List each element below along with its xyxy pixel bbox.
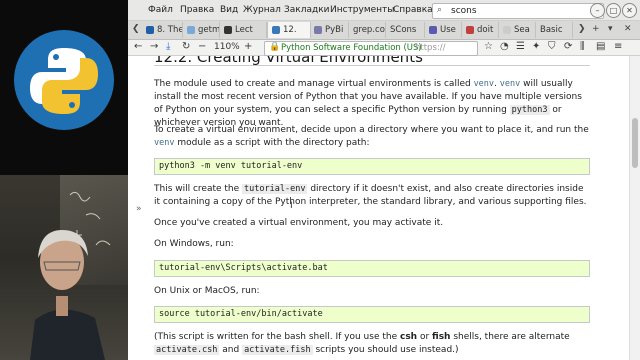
inline-code[interactable]: venv [154,138,174,148]
presenter-video [0,175,128,360]
inline-code[interactable]: venv [500,79,520,89]
paragraph-venv-intro: The module used to create and manage vir… [154,79,582,128]
tab-favicon-icon [314,26,322,34]
extension-icon[interactable]: ✦ [532,41,540,52]
close-button[interactable]: ✕ [622,3,637,18]
tabs-list-icon[interactable]: ▾ [608,24,613,34]
tabs-scroll-left-icon[interactable]: ❮ [132,24,140,34]
url-text: https:// [415,43,446,53]
inline-code: activate.csh [154,345,220,355]
pocket-icon[interactable]: ◔ [500,41,509,52]
menu-edit[interactable]: Правка [180,5,214,15]
sidebar-icon[interactable]: ▤ [596,41,605,52]
tab-basic[interactable]: Basic [536,22,573,38]
minimize-button[interactable]: – [590,3,605,18]
menu-bookmarks[interactable]: Закладки [284,5,330,15]
browser-window: Файл Правка Вид Журнал Закладки Инструме… [128,0,640,360]
tab-favicon-icon [503,26,511,34]
text-cursor-icon: I [290,201,293,211]
heading-divider [154,65,590,66]
download-icon[interactable]: ⤓ [166,41,170,52]
tab-favicon-icon [429,26,437,34]
maximize-button[interactable]: □ [606,3,621,18]
tab-favicon-icon [466,26,474,34]
close-tab-icon[interactable]: ✕ [624,24,632,34]
menu-file[interactable]: Файл [148,5,173,15]
site-identity: Python Software Foundation (US) [281,43,422,53]
page-content: » 12.2. Creating Virtual Environments Th… [128,56,640,360]
zoom-in-icon[interactable]: + [244,41,252,52]
code-block-create: python3 -m venv tutorial-env [154,158,590,175]
paragraph-create-venv: To create a virtual environment, decide … [154,125,589,148]
inline-code: tutorial-env [242,184,308,194]
zoom-level[interactable]: 110% [214,42,240,52]
tab-use[interactable]: Use [425,22,462,38]
search-input[interactable]: ⌕ scons [432,3,604,19]
menu-help[interactable]: Справка [393,5,433,15]
tab-scons[interactable]: SCons [386,22,425,38]
shield-icon[interactable]: ⛉ [548,41,556,52]
tabs-scroll-right-icon[interactable]: ❯ [578,24,586,34]
menu-icon[interactable]: ≡ [614,41,622,52]
tab-lect[interactable]: Lect [220,22,267,38]
code-block-windows: tutorial-env\Scripts\activate.bat [154,260,590,277]
tab-sea[interactable]: Sea [499,22,536,38]
navigation-bar: ← → ⤓ ↻ − 110% + 🔒 Python Software Found… [128,40,640,56]
tab-8-the[interactable]: 8. The [142,22,183,38]
inline-code: activate.fish [242,345,313,355]
menu-view[interactable]: Вид [220,5,238,15]
inline-code: python3 [509,105,550,115]
lock-icon: 🔒 [269,42,281,52]
tab-doit[interactable]: doit [462,22,499,38]
tab-bar: ❮ 8. The getm Lect 12. PyBi grep.co SCon… [128,21,640,40]
tab-pybi[interactable]: PyBi [310,22,349,38]
scrollbar-thumb[interactable] [632,118,638,168]
url-bar[interactable]: 🔒 Python Software Foundation (US) https:… [264,41,478,56]
tab-12-active[interactable]: 12. [267,22,311,38]
scrollbar[interactable] [629,56,640,360]
tab-grep[interactable]: grep.co [349,22,386,38]
paragraph-activate: Once you've created a virtual environmen… [154,218,444,228]
reload-icon[interactable]: ↻ [182,41,190,52]
tab-favicon-icon [224,26,232,34]
forward-icon[interactable]: → [150,41,158,52]
presenter [30,230,105,360]
bookmark-star-icon[interactable]: ☆ [484,41,493,52]
paragraph-unix: On Unix or MacOS, run: [154,286,260,296]
library-icon[interactable]: ⫼ [580,41,585,52]
code-block-unix: source tutorial-env/bin/activate [154,306,590,323]
tab-favicon-icon [146,26,154,34]
tab-getm[interactable]: getm [183,22,220,38]
paragraph-shell-note: (This script is written for the bash she… [154,332,570,355]
presenter-panel [0,0,128,360]
zoom-out-icon[interactable]: − [198,41,206,52]
tab-favicon-icon [272,26,280,34]
inline-code[interactable]: venv [474,79,494,89]
reader-icon[interactable]: ☰ [516,41,525,52]
sync-icon[interactable]: ⟳ [564,41,572,52]
paragraph-creates-directory: This will create the tutorial-env direct… [154,184,587,207]
back-icon[interactable]: ← [134,41,142,52]
menu-tools[interactable]: Инструменты [330,5,394,15]
menubar: Файл Правка Вид Журнал Закладки Инструме… [128,0,640,21]
python-logo [14,30,114,130]
sidebar-toggle[interactable]: » [136,204,142,214]
new-tab-icon[interactable]: + [592,24,600,34]
tab-favicon-icon [187,26,195,34]
menu-history[interactable]: Журнал [243,5,281,15]
paragraph-windows: On Windows, run: [154,239,234,249]
search-input-value: scons [451,6,477,16]
search-icon: ⌕ [437,5,443,15]
